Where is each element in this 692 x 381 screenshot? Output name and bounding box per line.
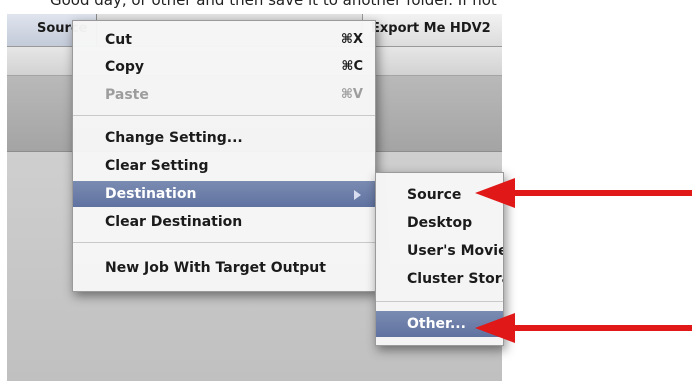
red-arrow-to-other-icon — [475, 313, 692, 343]
menu-item-change-setting[interactable]: Change Setting... — [73, 125, 375, 151]
shortcut-copy: ⌘C — [341, 59, 363, 74]
menu-item-new-job-with-target-output[interactable]: New Job With Target Output — [73, 255, 375, 281]
menu-item-label: Destination — [105, 186, 197, 202]
menu-item-destination[interactable]: Destination — [73, 181, 375, 207]
menu-item-copy[interactable]: Copy ⌘C — [73, 54, 375, 80]
menu-item-cut[interactable]: Cut ⌘X — [73, 27, 375, 53]
menu-item-clear-destination[interactable]: Clear Destination — [73, 209, 375, 235]
menu-item-label: Copy — [105, 59, 145, 75]
menu-separator — [73, 242, 375, 243]
shortcut-cut: ⌘X — [340, 32, 363, 47]
menu-item-label: User's Movies — [407, 243, 503, 259]
menu-item-label: Other... — [407, 316, 466, 332]
red-arrow-to-source-icon — [475, 178, 692, 208]
submenu-item-cluster-storage[interactable]: Cluster Storage — [376, 266, 503, 292]
menu-item-label: Cluster Storage — [407, 271, 503, 287]
menu-item-label: New Job With Target Output — [105, 260, 326, 276]
menu-separator — [376, 301, 503, 302]
menu-item-clear-setting[interactable]: Clear Setting — [73, 153, 375, 179]
menu-item-paste: Paste ⌘V — [73, 82, 375, 108]
menu-item-label: Paste — [105, 87, 149, 103]
menu-separator — [73, 115, 375, 116]
document-text-line: Good day, or other and then save it to a… — [50, 0, 497, 9]
menu-item-label: Cut — [105, 32, 132, 48]
submenu-arrow-icon — [354, 190, 361, 200]
context-menu: Cut ⌘X Copy ⌘C Paste ⌘V Change Setting..… — [72, 20, 376, 292]
menu-item-label: Source — [407, 187, 462, 203]
menu-item-label: Clear Destination — [105, 214, 243, 230]
menu-item-label: Change Setting... — [105, 130, 243, 146]
menu-item-label: Desktop — [407, 215, 473, 231]
tab-export-me-hdv2[interactable]: Export Me HDV2 — [362, 14, 502, 46]
submenu-item-desktop[interactable]: Desktop — [376, 210, 503, 236]
submenu-item-users-movies[interactable]: User's Movies — [376, 238, 503, 264]
shortcut-paste: ⌘V — [340, 87, 363, 102]
menu-item-label: Clear Setting — [105, 158, 209, 174]
